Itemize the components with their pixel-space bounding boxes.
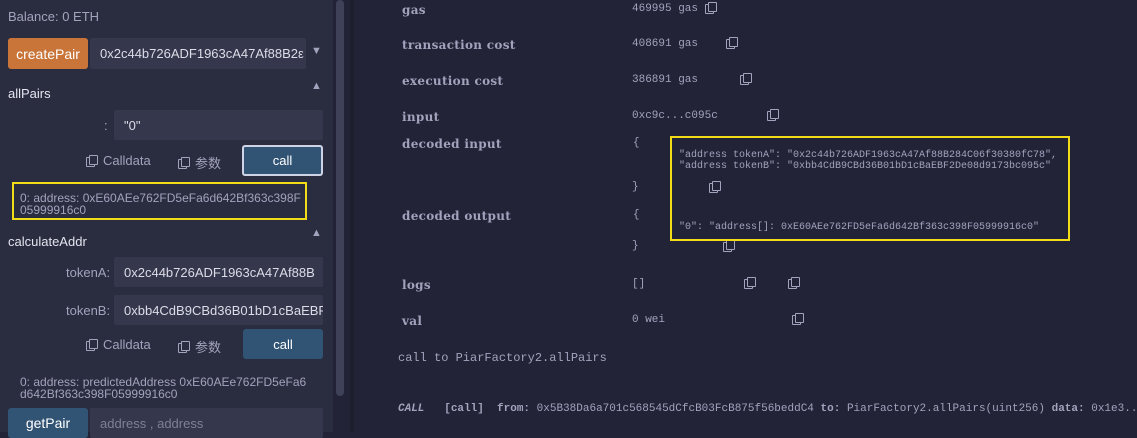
from-label: from: (497, 403, 531, 415)
tokenA-input[interactable]: 0x2c44b726ADF1963cA47Af88B (114, 257, 323, 287)
deploy-run-panel: Balance: 0 ETH createPair 0x2c44b726ADF1… (0, 0, 333, 438)
decoded-input-line-2: "address tokenB": "0xbb4CdB9CBd36B01bD1c… (679, 161, 1052, 172)
allPairs-param-input[interactable]: "0" (114, 110, 323, 140)
copy-icon[interactable] (788, 277, 801, 289)
copy-icon (178, 156, 190, 169)
chevron-down-icon[interactable]: ▼ (311, 45, 322, 57)
call-type: [call] (444, 403, 484, 415)
tokenA-label: tokenA: (66, 265, 111, 280)
calculateAddr-params-button[interactable]: 参数 (178, 337, 221, 356)
copy-icon[interactable] (792, 313, 804, 325)
allPairs-title: allPairs (8, 86, 51, 101)
gas-key: gas (402, 3, 426, 17)
getPair-input[interactable]: address , address (90, 408, 323, 438)
tokenB-label: tokenB: (66, 303, 111, 318)
transaction-cost-value: 408691 gas (632, 38, 699, 50)
call-log-line[interactable]: CALL [call] from: 0x5B38Da6a701c568545dC… (398, 403, 1137, 415)
copy-icon (86, 338, 98, 351)
input-key: input (402, 110, 440, 124)
calculateAddr-title: calculateAddr (8, 234, 87, 249)
data-value: 0x1e3...00000 (1091, 403, 1137, 415)
decoded-output-line: "0": "address[]: 0xE60AEe762FD5eFa6d642B… (679, 222, 1040, 233)
getPair-button[interactable]: getPair (8, 408, 88, 438)
logs-key: logs (402, 278, 431, 292)
copy-icon[interactable] (705, 2, 717, 14)
to-value: PiarFactory2.allPairs(uint256) (846, 403, 1045, 415)
execution-cost-key: execution cost (402, 74, 504, 88)
calculateAddr-calldata-button[interactable]: Calldata (86, 337, 151, 352)
from-value: 0x5B38Da6a701c568545dCfcB03FcB875f56bedd… (536, 403, 814, 415)
panel-divider[interactable] (350, 0, 354, 432)
decoded-input-close-brace: } (632, 181, 639, 193)
decoded-output-key: decoded output (402, 209, 512, 223)
chevron-up-icon[interactable]: ▲ (311, 80, 322, 92)
allPairs-params-button[interactable]: 参数 (178, 153, 221, 172)
scrollbar-thumb[interactable] (336, 0, 344, 396)
calldata-label: Calldata (103, 337, 151, 352)
gas-value: 469995 gas (632, 3, 699, 15)
logs-value: [] (632, 278, 646, 290)
calculateAddr-result: 0: address: predictedAddress 0xE60AEe762… (20, 375, 307, 401)
allPairs-result: 0: address: 0xE60AEe762FD5eFa6d642Bf363c… (20, 191, 301, 217)
call-to-text: call to PiarFactory2.allPairs (398, 351, 607, 365)
balance-text: Balance: 0 ETH (8, 9, 100, 24)
copy-icon (178, 340, 190, 353)
data-label: data: (1051, 403, 1085, 415)
copy-icon[interactable] (743, 277, 756, 289)
tokenB-input[interactable]: 0xbb4CdB9CBd36B01bD1cBaEBF (114, 295, 323, 325)
allPairs-call-button[interactable]: call (242, 145, 323, 176)
val-key: val (402, 314, 423, 328)
params-label: 参数 (195, 340, 222, 355)
input-value: 0xc9c...c095c (632, 110, 718, 122)
calldata-label: Calldata (103, 153, 151, 168)
call-tag: CALL (398, 403, 425, 415)
decoded-output-close-brace: } (632, 240, 639, 252)
createPair-button[interactable]: createPair (8, 38, 88, 69)
copy-icon[interactable] (725, 37, 738, 49)
decoded-input-key: decoded input (402, 137, 502, 151)
allPairs-param-label: : (104, 118, 108, 133)
chevron-up-icon[interactable]: ▲ (311, 227, 322, 239)
createPair-input[interactable]: 0x2c44b726ADF1963cA47Af88B2ε (90, 38, 306, 69)
copy-icon[interactable] (740, 73, 753, 85)
copy-icon[interactable] (766, 109, 779, 121)
copy-icon (86, 154, 98, 167)
execution-cost-value: 386891 gas (632, 74, 699, 86)
decoded-output-open-brace: { (633, 209, 640, 221)
calculateAddr-call-button[interactable]: call (243, 329, 323, 359)
allPairs-calldata-button[interactable]: Calldata (86, 153, 151, 168)
copy-icon[interactable] (723, 240, 736, 252)
transaction-cost-key: transaction cost (402, 38, 516, 52)
val-value: 0 wei (632, 314, 666, 326)
decoded-input-open-brace: { (633, 137, 640, 149)
params-label: 参数 (195, 156, 222, 171)
decoded-input-line-1: "address tokenA": "0x2c44b726ADF1963cA47… (679, 150, 1058, 161)
to-label: to: (820, 403, 841, 415)
